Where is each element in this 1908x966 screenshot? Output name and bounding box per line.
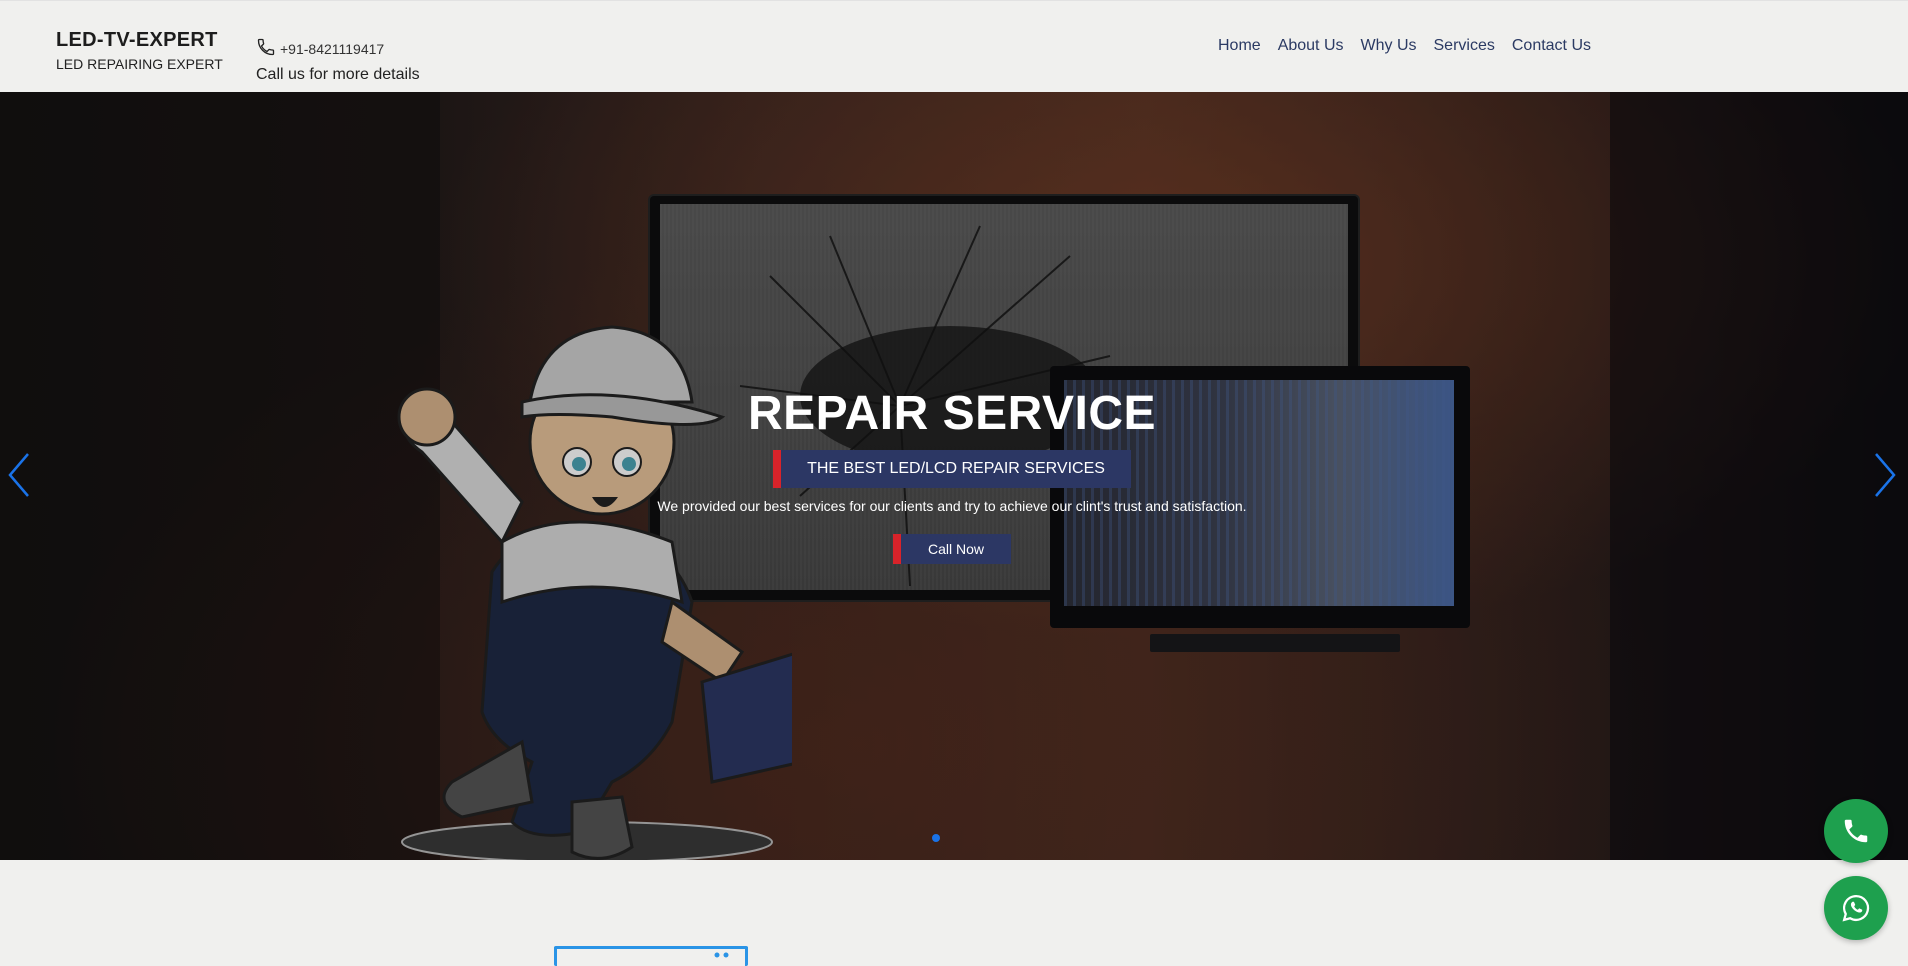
nav-home[interactable]: Home bbox=[1218, 37, 1261, 55]
phone-icon bbox=[1844, 819, 1868, 843]
hero-title: REPAIR SERVICE bbox=[748, 387, 1156, 440]
header-contact: +91-8421119417 Call us for more details bbox=[256, 37, 420, 84]
chevron-left-icon bbox=[8, 453, 29, 497]
nav-why-us[interactable]: Why Us bbox=[1361, 37, 1417, 55]
carousel-prev-button[interactable] bbox=[4, 450, 34, 500]
chevron-right-icon bbox=[1875, 453, 1896, 497]
nav-services[interactable]: Services bbox=[1434, 37, 1495, 55]
brand-title: LED-TV-EXPERT bbox=[56, 29, 218, 51]
floating-call-button[interactable] bbox=[1824, 799, 1888, 863]
carousel-dot[interactable] bbox=[932, 834, 940, 842]
hero-description: We provided our best services for our cl… bbox=[657, 498, 1247, 514]
hero-carousel: REPAIR SERVICE THE BEST LED/LCD REPAIR S… bbox=[0, 92, 1908, 860]
nav-about-us[interactable]: About Us bbox=[1278, 37, 1344, 55]
carousel-indicators bbox=[932, 834, 940, 842]
carousel-next-button[interactable] bbox=[1870, 450, 1900, 500]
nav-contact-us[interactable]: Contact Us bbox=[1512, 37, 1591, 55]
floating-whatsapp-button[interactable] bbox=[1824, 876, 1888, 940]
call-now-button[interactable]: Call Now bbox=[893, 534, 1011, 564]
brand[interactable]: LED-TV-EXPERT LED REPAIRING EXPERT bbox=[56, 29, 223, 72]
site-header: LED-TV-EXPERT LED REPAIRING EXPERT +91-8… bbox=[0, 0, 1908, 93]
card-dots-icon bbox=[714, 952, 729, 958]
brand-subtitle: LED REPAIRING EXPERT bbox=[56, 56, 223, 72]
hero-tagline: THE BEST LED/LCD REPAIR SERVICES bbox=[773, 450, 1131, 488]
whatsapp-icon bbox=[1842, 894, 1870, 922]
header-contact-note: Call us for more details bbox=[256, 66, 420, 83]
main-nav: Home About Us Why Us Services Contact Us bbox=[1218, 37, 1591, 55]
header-phone-number[interactable]: +91-8421119417 bbox=[280, 41, 384, 57]
phone-icon bbox=[256, 37, 276, 60]
